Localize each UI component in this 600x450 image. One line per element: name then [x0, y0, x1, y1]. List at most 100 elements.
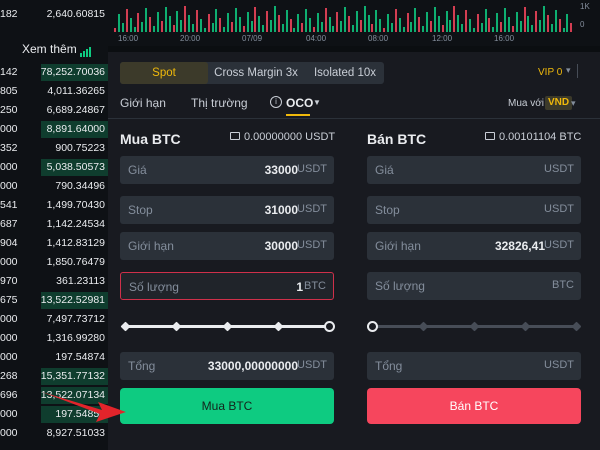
field-unit: USDT	[544, 203, 574, 215]
slider-step[interactable]	[418, 321, 429, 332]
order-book-row[interactable]: 805 4,011.36265	[0, 82, 108, 101]
order-book-row[interactable]: 000 8,891.64000	[0, 120, 108, 139]
slider-step[interactable]	[469, 321, 480, 332]
order-book-row[interactable]: 000 1,316.99280	[0, 329, 108, 348]
order-book-row[interactable]: 000 197.54874	[0, 348, 108, 367]
order-book: 182 2,640.60815 Xem thêm 142 78,252.70036…	[0, 0, 108, 450]
sell-amount-slider[interactable]	[367, 320, 582, 334]
buy-button[interactable]: Mua BTC	[120, 388, 334, 424]
buy-stop-field[interactable]: Stop 31000 USDT	[120, 196, 334, 224]
buy-amount-field[interactable]: Số lượng 1 BTC	[120, 272, 334, 300]
slider-step[interactable]	[222, 321, 233, 332]
chart-candle	[297, 14, 300, 32]
chart-candle	[242, 26, 245, 32]
see-more-link[interactable]: Xem thêm	[0, 34, 108, 60]
order-book-price: 000	[0, 161, 18, 173]
order-book-row[interactable]: 970 361.23113	[0, 272, 108, 291]
chart-candle	[184, 6, 187, 32]
order-book-price: 000	[0, 332, 18, 344]
order-book-row[interactable]: 541 1,499.70430	[0, 196, 108, 215]
order-book-price: 250	[0, 104, 18, 116]
sell-total-field[interactable]: Tổng USDT	[367, 352, 581, 380]
tab-isolated[interactable]: Isolated 10x	[306, 62, 384, 84]
chart-candle	[316, 13, 319, 32]
sell-stop-field[interactable]: Stop USDT	[367, 196, 581, 224]
chart-candle	[293, 28, 296, 32]
order-book-row[interactable]: 675 13,522.52981	[0, 291, 108, 310]
chart-candle	[231, 22, 233, 32]
tab-cross-margin[interactable]: Cross Margin 3x	[208, 62, 304, 84]
chart-candle	[535, 11, 538, 32]
vip-level[interactable]: VIP 0	[538, 67, 562, 78]
trade-type-tabs: Spot Cross Margin 3x Isolated 10x	[120, 62, 384, 84]
buy-limit-field[interactable]: Giới hạn 30000 USDT	[120, 232, 334, 260]
chart-candle	[351, 25, 354, 32]
order-book-row[interactable]: 000 8,927.51033	[0, 424, 108, 443]
order-book-row[interactable]: 268 15,351.77132	[0, 367, 108, 386]
chart-candle	[195, 10, 198, 32]
tab-oco[interactable]: OCO	[286, 96, 313, 110]
buy-total-field[interactable]: Tổng 33000,00000000 USDT	[120, 352, 334, 380]
order-book-price: 541	[0, 199, 18, 211]
chart-candle	[324, 8, 327, 32]
sell-button[interactable]: Bán BTC	[367, 388, 581, 424]
chart-candle	[273, 6, 276, 32]
chart-candle	[371, 24, 374, 32]
chart-candle	[254, 7, 257, 32]
order-book-row[interactable]: 352 900.75223	[0, 139, 108, 158]
tab-market[interactable]: Thị trường	[191, 96, 248, 110]
field-label: Giá	[128, 163, 147, 177]
tab-limit[interactable]: Giới hạn	[120, 96, 166, 110]
chart-candle	[277, 15, 280, 32]
wallet-icon	[230, 132, 240, 140]
chart-candle	[484, 9, 487, 32]
chart-candle	[461, 24, 464, 32]
order-book-qty: 15,351.77132	[40, 370, 105, 382]
sell-price-field[interactable]: Giá USDT	[367, 156, 581, 184]
buy-amount-slider[interactable]	[120, 320, 335, 334]
order-book-row[interactable]: 250 6,689.24867	[0, 101, 108, 120]
order-book-price: 000	[0, 408, 18, 420]
field-label: Giới hạn	[375, 239, 421, 253]
chart-candle	[531, 25, 534, 32]
chart-candle	[250, 21, 253, 32]
order-book-row[interactable]: 687 1,142.24534	[0, 215, 108, 234]
currency-selector[interactable]: VND	[545, 96, 573, 110]
info-icon[interactable]: i	[270, 96, 282, 108]
slider-step[interactable]	[520, 321, 531, 332]
order-book-price: 805	[0, 85, 18, 97]
chart-candle	[449, 20, 452, 32]
order-book-qty: 4,011.36265	[47, 85, 105, 97]
chart-candle	[445, 11, 448, 32]
chart-candle	[476, 14, 479, 32]
order-book-row[interactable]: 000 1,850.76479	[0, 253, 108, 272]
chevron-down-icon[interactable]: ▾	[571, 98, 576, 109]
buy-price-field[interactable]: Giá 33000 USDT	[120, 156, 334, 184]
price-chart[interactable]: 16:00 20:00 07/09 04:00 08:00 12:00 16:00 1K 0	[108, 0, 600, 46]
sell-amount-field[interactable]: Số lượng BTC	[367, 272, 581, 300]
tab-spot[interactable]: Spot	[120, 62, 208, 84]
slider-step[interactable]	[273, 321, 284, 332]
field-label: Giá	[375, 163, 394, 177]
chart-candle	[558, 19, 561, 32]
slider-step[interactable]	[171, 321, 182, 332]
chart-candle	[453, 6, 456, 32]
sell-limit-field[interactable]: Giới hạn 32826,41 USDT	[367, 232, 581, 260]
order-book-row[interactable]: 000 790.34496	[0, 177, 108, 196]
slider-handle[interactable]	[367, 321, 378, 332]
chart-candle	[145, 8, 148, 32]
slider-step[interactable]	[120, 321, 131, 332]
order-book-row[interactable]: 000 5,038.50573	[0, 158, 108, 177]
order-book-row[interactable]: 142 78,252.70036	[0, 63, 108, 82]
order-book-price: 904	[0, 237, 18, 249]
chart-candle	[363, 6, 366, 32]
chart-candle	[281, 24, 284, 32]
bar-chart-icon	[80, 43, 92, 57]
chart-candle	[398, 18, 401, 32]
field-label: Giới hạn	[128, 239, 174, 253]
chevron-down-icon[interactable]: ▼	[313, 98, 321, 107]
slider-handle[interactable]	[324, 321, 335, 332]
order-book-row[interactable]: 904 1,412.83129	[0, 234, 108, 253]
order-book-row[interactable]: 000 7,497.73712	[0, 310, 108, 329]
slider-step[interactable]	[571, 321, 582, 332]
